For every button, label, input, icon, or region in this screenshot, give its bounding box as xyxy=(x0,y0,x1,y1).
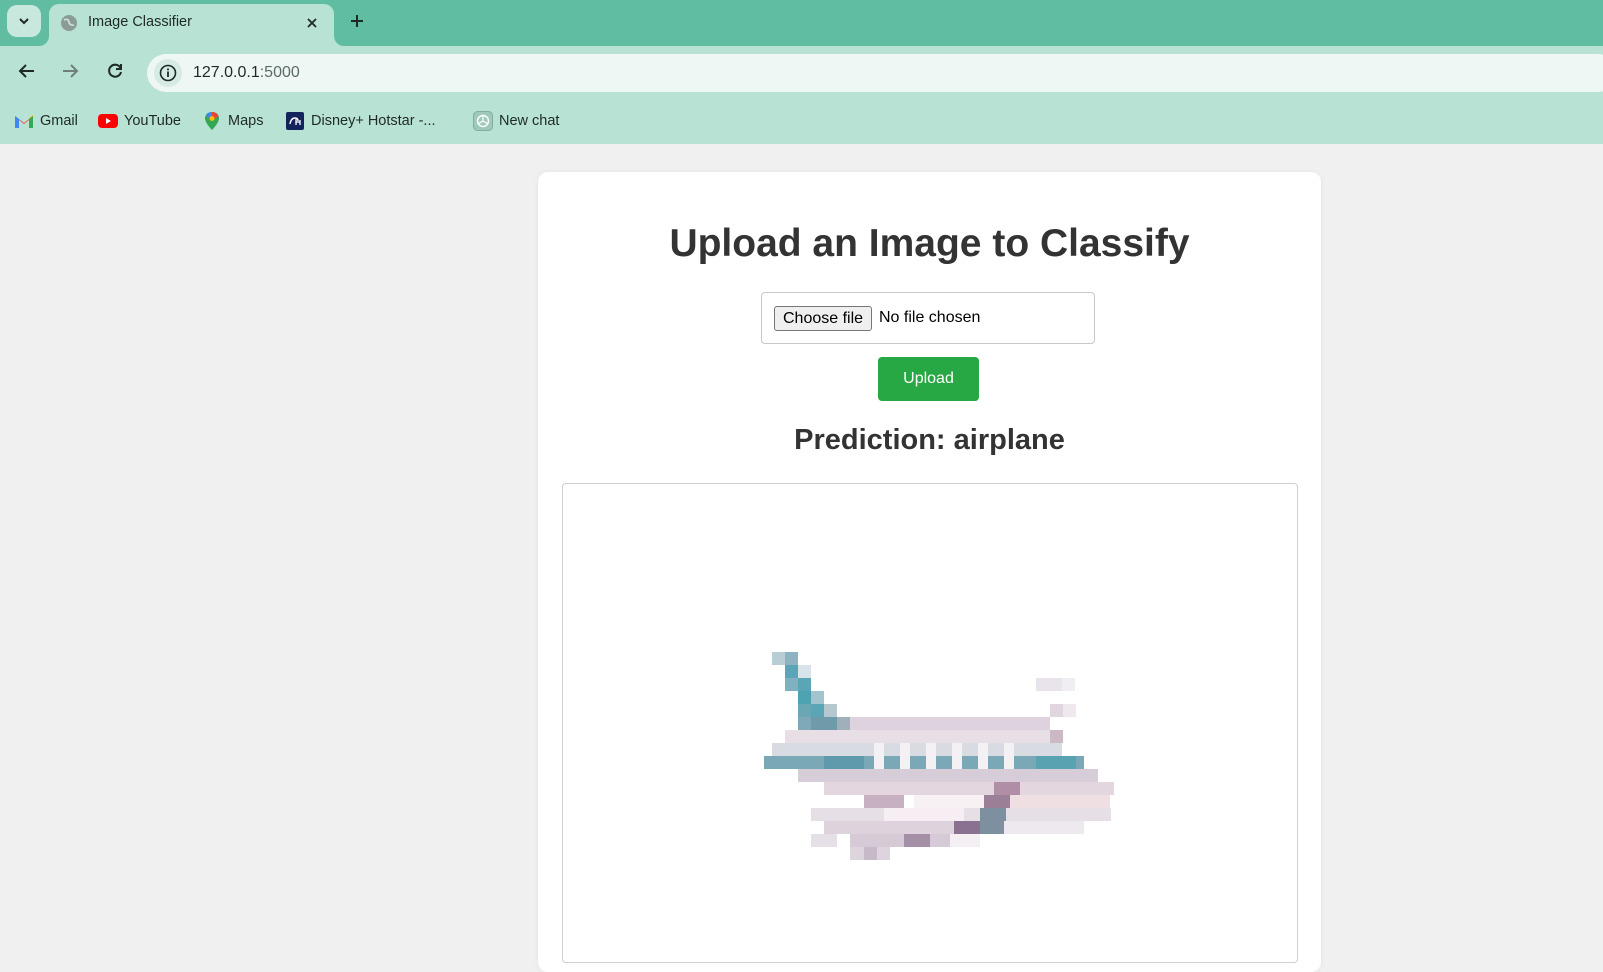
tab-title: Image Classifier xyxy=(88,14,192,30)
bookmark-new-chat[interactable]: New chat xyxy=(473,110,559,132)
url-host: 127.0.0.1 xyxy=(193,64,260,81)
browser-toolbar: 127.0.0.1:5000 xyxy=(0,46,1603,96)
bookmark-label: Disney+ Hotstar -... xyxy=(311,113,436,129)
bookmark-label: New chat xyxy=(499,113,560,129)
gmail-icon xyxy=(14,112,34,130)
globe-icon xyxy=(61,15,77,31)
upload-button[interactable]: Upload xyxy=(878,357,979,401)
arrow-left-icon xyxy=(18,64,34,78)
file-status-text: No file chosen xyxy=(879,309,981,326)
airplane-image xyxy=(764,652,1114,860)
maps-icon xyxy=(202,112,222,130)
bookmark-label: YouTube xyxy=(124,113,181,129)
browser-tabstrip: Image Classifier xyxy=(0,0,1603,46)
info-icon xyxy=(159,64,177,82)
browser-tab[interactable]: Image Classifier xyxy=(49,4,334,46)
prediction-result: Prediction: airplane xyxy=(794,424,1065,456)
reload-icon xyxy=(108,63,122,78)
bookmark-hotstar[interactable]: Disney+ Hotstar -... xyxy=(285,110,436,132)
bookmarks-bar: Gmail YouTube Maps Disney+ Hotstar -... … xyxy=(0,96,1603,144)
reload-button[interactable] xyxy=(102,58,128,84)
back-button[interactable] xyxy=(14,58,40,84)
chevron-down-icon xyxy=(19,18,29,25)
new-tab-button[interactable] xyxy=(345,9,369,33)
url-port: :5000 xyxy=(259,64,300,81)
youtube-icon xyxy=(98,112,118,130)
bookmark-label: Maps xyxy=(228,113,264,129)
tab-search-button[interactable] xyxy=(7,5,41,37)
bookmark-maps[interactable]: Maps xyxy=(202,110,263,132)
url-text[interactable]: 127.0.0.1:5000 xyxy=(193,64,300,82)
bookmark-label: Gmail xyxy=(40,113,78,129)
page-title: Upload an Image to Classify xyxy=(669,222,1190,265)
address-bar[interactable]: 127.0.0.1:5000 xyxy=(147,54,1603,92)
site-info-button[interactable] xyxy=(154,59,182,87)
forward-button[interactable] xyxy=(57,58,83,84)
plus-icon xyxy=(351,15,363,27)
tab-close-button[interactable] xyxy=(302,13,322,33)
upload-card: Upload an Image to Classify Choose file … xyxy=(538,172,1321,972)
bookmark-youtube[interactable]: YouTube xyxy=(98,110,181,132)
uploaded-image-frame xyxy=(562,483,1298,963)
hotstar-icon xyxy=(285,112,305,130)
file-input[interactable]: Choose file No file chosen xyxy=(761,292,1095,344)
chatgpt-icon xyxy=(473,111,493,131)
close-icon xyxy=(307,18,317,28)
bookmark-gmail[interactable]: Gmail xyxy=(14,110,78,132)
choose-file-button[interactable]: Choose file xyxy=(774,306,873,331)
arrow-right-icon xyxy=(63,64,79,78)
